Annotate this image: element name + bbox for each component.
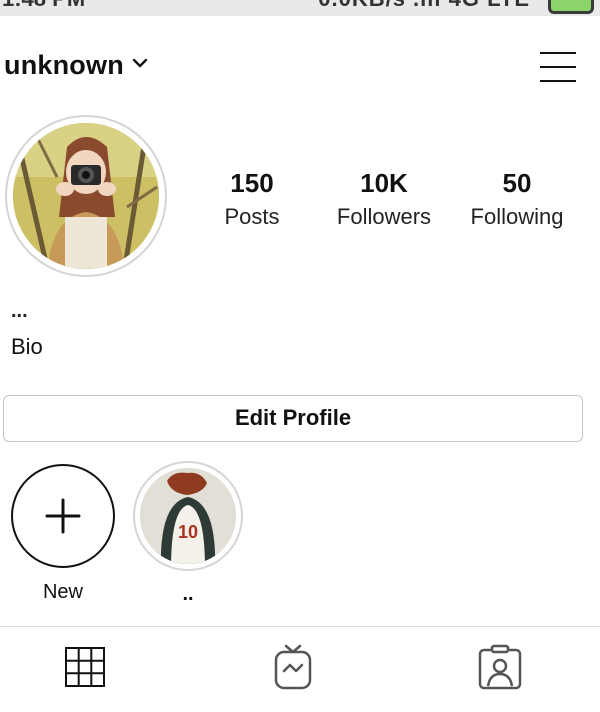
posts-count: 150 <box>230 168 274 198</box>
tab-igtv[interactable] <box>264 640 324 696</box>
new-highlight-label: New <box>42 581 83 603</box>
plus-icon <box>45 498 81 534</box>
following-stat[interactable]: 50 Following <box>464 168 570 236</box>
username-switcher[interactable]: unknown <box>4 50 124 81</box>
edit-profile-button[interactable]: Edit Profile <box>3 395 583 442</box>
story-highlight[interactable]: 10 <box>133 461 243 571</box>
followers-stat[interactable]: 10K Followers <box>330 168 438 236</box>
battery-icon <box>548 0 594 14</box>
status-indicators: 0.0KB/s .ıll 4G LTE <box>318 0 530 12</box>
highlight-cover: 10 <box>140 468 236 564</box>
posts-stat[interactable]: 150 Posts <box>212 168 292 236</box>
highlight-label: .. <box>182 583 194 605</box>
tab-divider <box>0 626 600 627</box>
followers-label: Followers <box>336 204 432 229</box>
tab-posts-grid[interactable] <box>56 640 116 696</box>
following-count: 50 <box>502 168 532 198</box>
tagged-user-icon <box>478 644 522 690</box>
avatar-illustration <box>13 123 159 269</box>
profile-name: ... <box>11 300 28 322</box>
posts-label: Posts <box>224 204 280 229</box>
grid-icon <box>65 647 105 687</box>
hamburger-menu-icon[interactable] <box>540 48 580 82</box>
profile-bio: Bio <box>11 334 43 359</box>
status-time: 1:48 PM <box>2 0 85 12</box>
profile-header: unknown <box>0 44 600 88</box>
tab-tagged[interactable] <box>470 640 530 696</box>
followers-count: 10K <box>360 168 408 198</box>
igtv-icon <box>274 644 312 690</box>
jersey-number: 10 <box>178 522 198 542</box>
profile-avatar[interactable] <box>5 115 167 277</box>
status-bar: 1:48 PM 0.0KB/s .ıll 4G LTE <box>0 0 600 16</box>
chevron-down-icon[interactable] <box>131 56 149 70</box>
new-highlight-button[interactable] <box>11 464 115 568</box>
following-label: Following <box>470 204 564 229</box>
